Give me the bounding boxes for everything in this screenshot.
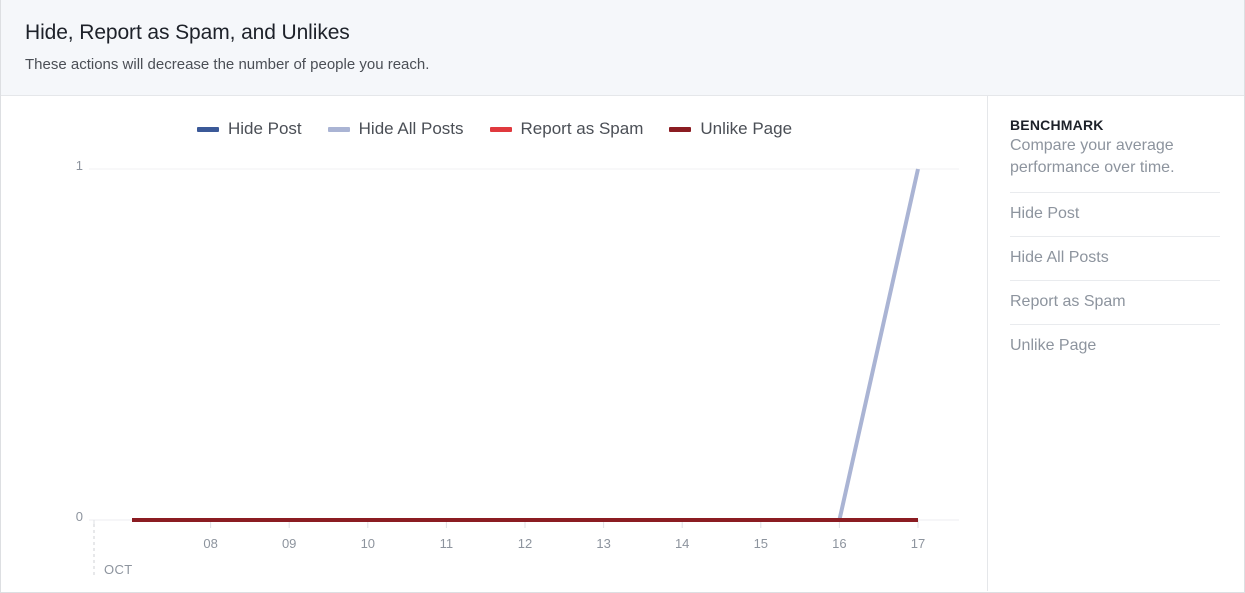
page-title: Hide, Report as Spam, and Unlikes xyxy=(25,21,350,44)
benchmark-list-item[interactable]: Unlike Page xyxy=(1010,325,1220,368)
chart-svg xyxy=(89,168,959,576)
insights-card: Hide, Report as Spam, and Unlikes These … xyxy=(0,0,1245,593)
benchmark-description: Compare your average performance over ti… xyxy=(1010,137,1175,176)
line-chart-plot xyxy=(1,96,988,591)
benchmark-list-item[interactable]: Hide Post xyxy=(1010,193,1220,237)
benchmark-metric-list: Hide Post Hide All Posts Report as Spam Unl… xyxy=(1010,192,1220,368)
x-axis-tick-label: 16 xyxy=(832,536,847,551)
x-axis-tick-label: 14 xyxy=(674,536,690,551)
x-axis-tick-label: 17 xyxy=(910,536,926,551)
card-header: Hide, Report as Spam, and Unlikes These … xyxy=(1,0,1244,96)
chart-pane: Hide Post Hide All Posts Report as Spam Unl… xyxy=(1,96,988,591)
card-body: Hide Post Hide All Posts Report as Spam Unl… xyxy=(1,96,1244,591)
benchmark-list-item[interactable]: Hide All Posts xyxy=(1010,237,1220,281)
benchmark-list-item[interactable]: Report as Spam xyxy=(1010,281,1220,325)
x-axis-month-label: OCT xyxy=(104,562,133,577)
series-line-hide-all-posts[interactable] xyxy=(132,168,920,522)
x-axis-tick-label: 13 xyxy=(596,536,611,551)
x-axis-tick-label: 10 xyxy=(360,536,376,551)
x-axis-tick-label: 12 xyxy=(517,536,533,551)
x-axis-tick-label: 11 xyxy=(439,536,454,551)
y-axis-tick-1: 1 xyxy=(75,158,83,173)
x-axis-tick-label: 15 xyxy=(753,536,769,551)
x-axis-tick-label: 08 xyxy=(203,536,218,551)
benchmark-heading: BENCHMARK xyxy=(1010,117,1104,133)
benchmark-pane: BENCHMARK Compare your average performan… xyxy=(989,96,1244,591)
page-subtitle: These actions will decrease the number o… xyxy=(25,56,430,73)
x-axis-tick-label: 09 xyxy=(281,536,297,551)
y-axis-tick-0: 0 xyxy=(75,509,83,524)
